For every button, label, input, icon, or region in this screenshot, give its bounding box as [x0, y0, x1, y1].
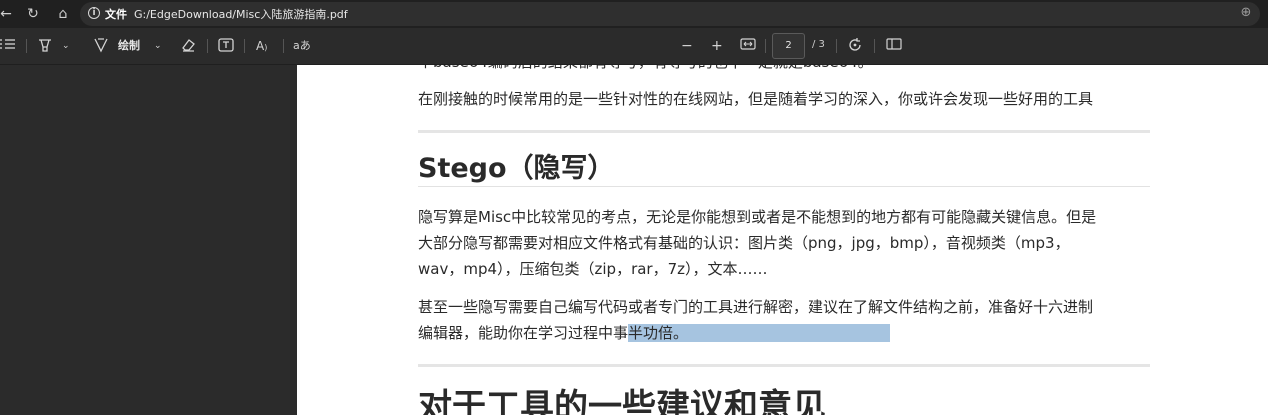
toolbar-divider	[26, 39, 27, 53]
read-aloud-icon[interactable]: A)	[256, 37, 267, 55]
toolbar-divider	[874, 39, 875, 53]
translate-label: aあ	[293, 39, 311, 52]
paragraph-text: 编辑器，能助你在学习过程中事	[418, 324, 629, 342]
refresh-icon[interactable]: ↻	[23, 4, 43, 24]
toolbar-divider	[765, 39, 766, 53]
stego-paragraph-line: 大部分隐写都需要对相应文件格式有基础的认识：图片类（png，jpg，bmp），音…	[418, 234, 1070, 252]
toolbar-divider	[283, 39, 284, 53]
translate-icon[interactable]: aあ	[293, 37, 311, 55]
home-icon[interactable]: ⌂	[53, 4, 73, 24]
eraser-icon[interactable]	[180, 37, 196, 55]
intro-paragraph: 在刚接触的时候常用的是一些针对性的在线网站，但是随着学习的深入，你或许会发现一些…	[418, 90, 1094, 108]
text-box-icon[interactable]	[218, 37, 234, 55]
zoom-in-label: +	[711, 38, 723, 54]
stego-paragraph-line: 甚至一些隐写需要自己编写代码或者专门的工具进行解密，建议在了解文件结构之前，准备…	[418, 298, 1094, 316]
section-divider	[418, 130, 1150, 133]
stego-heading: Stego（隐写）	[418, 153, 615, 184]
back-icon[interactable]: ←	[0, 4, 16, 24]
zoom-in-button[interactable]: +	[711, 37, 723, 55]
stego-paragraph-line: 隐写算是Misc中比较常见的考点，无论是你能想到或者是不能想到的地方都有可能隐藏…	[418, 208, 1097, 226]
section-divider	[418, 364, 1150, 367]
zoom-out-label: −	[681, 38, 693, 54]
url-field[interactable]: i 文件 G:/EdgeDownload/Misc入陆旅游指南.pdf ⊕	[80, 2, 1260, 26]
zoom-out-button[interactable]: −	[681, 37, 693, 55]
next-section-heading: 对于工具的一些建议和意见	[418, 387, 826, 415]
info-icon[interactable]: i	[88, 7, 100, 19]
draw-label[interactable]: 绘制	[118, 38, 140, 54]
text-selection[interactable]: 半功倍。	[628, 324, 891, 342]
read-aloud-label: A	[256, 39, 265, 53]
chevron-down-icon[interactable]: ⌄	[62, 37, 70, 55]
url-path[interactable]: G:/EdgeDownload/Misc入陆旅游指南.pdf	[134, 6, 348, 22]
toolbar-divider	[244, 39, 245, 53]
total-pages: / 3	[812, 39, 825, 50]
highlight-icon[interactable]	[37, 37, 53, 55]
page-view-icon[interactable]	[886, 37, 902, 55]
contents-icon[interactable]	[0, 37, 16, 55]
chevron-down-icon[interactable]: ⌄	[154, 37, 162, 55]
zoom-icon[interactable]: ⊕	[1238, 5, 1254, 21]
fit-width-icon[interactable]	[740, 37, 756, 55]
stego-paragraph-line: 编辑器，能助你在学习过程中事半功倍。	[418, 320, 891, 346]
pdf-toolbar: ⌄ 绘制 ⌄ A) aあ − + 2 / 3	[0, 28, 1268, 65]
stego-paragraph-line: wav，mp4），压缩包类（zip，rar，7z），文本……	[418, 260, 768, 278]
toolbar-divider	[836, 39, 837, 53]
pdf-page: 个base64编码后的结果都有等号，有等号的也不一定就是base64。 在刚接触…	[297, 65, 1268, 415]
rotate-icon[interactable]	[847, 37, 863, 55]
address-bar: ← ↻ ⌂ i 文件 G:/EdgeDownload/Misc入陆旅游指南.pd…	[0, 0, 1268, 28]
heading-underline	[418, 186, 1150, 187]
toolbar-divider	[207, 39, 208, 53]
url-scheme-label: 文件	[105, 8, 127, 21]
page-number-input[interactable]: 2	[772, 33, 805, 59]
clipped-text-line: 个base64编码后的结果都有等号，有等号的也不一定就是base64。	[418, 65, 873, 75]
draw-icon[interactable]	[93, 37, 109, 55]
